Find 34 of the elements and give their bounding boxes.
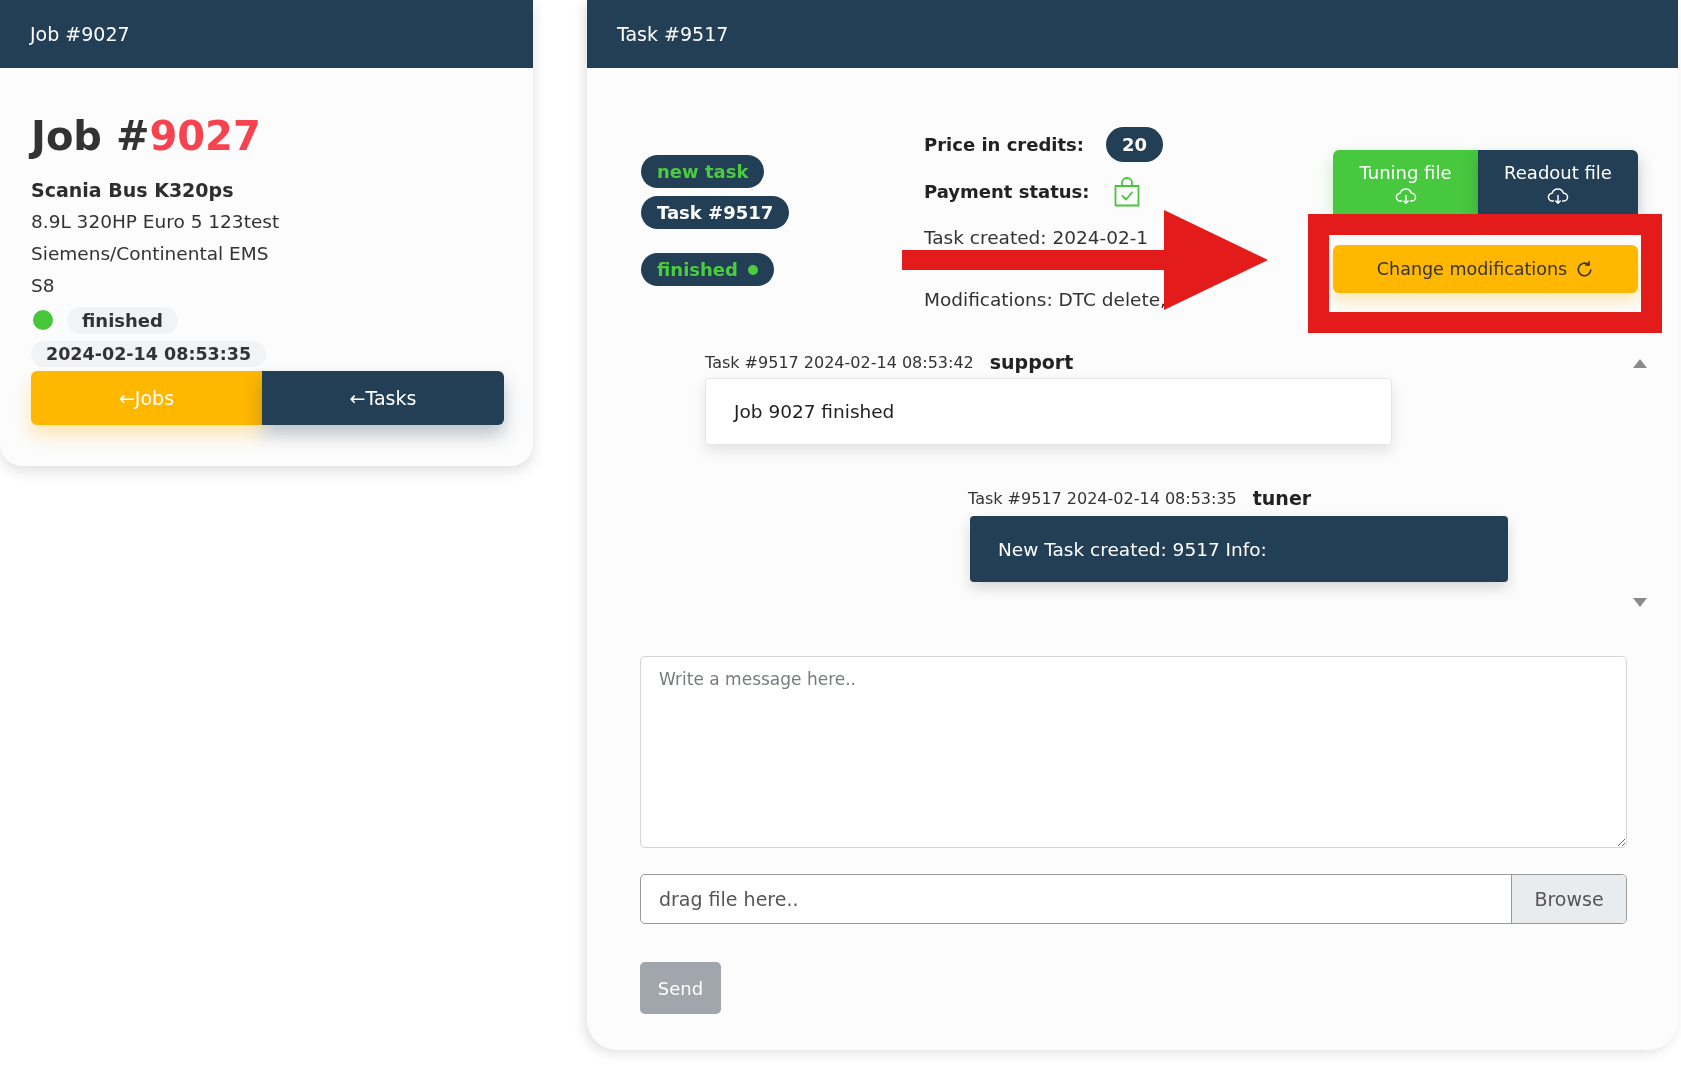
panel-header-title: Task #9517: [617, 23, 729, 45]
status-text: finished: [657, 259, 738, 280]
task-id-badge: Task #9517: [641, 196, 790, 229]
scroll-up-icon[interactable]: [1633, 359, 1647, 368]
status-badge: finished: [67, 306, 178, 334]
tag-badge: new task: [641, 155, 765, 188]
job-number: 9027: [149, 112, 261, 161]
readout-file-button[interactable]: Readout file: [1478, 150, 1638, 214]
tasks-button[interactable]: ←Tasks: [262, 371, 504, 425]
vehicle-detail: 8.9L 320HP Euro 5 123test: [31, 210, 281, 234]
browse-button[interactable]: Browse: [1511, 875, 1626, 923]
status-dot-icon: [747, 264, 758, 275]
vehicle-name: Scania Bus K320ps: [31, 178, 235, 203]
message-author: tuner: [1252, 487, 1312, 509]
payment-label: Payment status:: [924, 181, 1090, 202]
panel-header-title: Job #9027: [30, 23, 130, 45]
vehicle-detail: S8: [31, 274, 56, 298]
cloud-download-icon: [1394, 188, 1417, 204]
job-date: 2024-02-14 08:53:35: [31, 341, 267, 367]
message-bubble: New Task created: 9517 Info:: [970, 516, 1508, 582]
modifications-text: Modifications: DTC delete,: [924, 288, 1167, 312]
message-author: support: [989, 351, 1074, 373]
task-created-text: Task created: 2024-02-1: [924, 226, 1150, 250]
price-label: Price in credits:: [924, 134, 1084, 155]
change-modifications-button[interactable]: Change modifications: [1333, 245, 1638, 293]
cloud-download-icon: [1547, 188, 1569, 204]
message-bubble: Job 9027 finished: [705, 378, 1392, 445]
price-value: 20: [1105, 127, 1164, 162]
message-meta: Task #9517 2024-02-14 08:53:35: [968, 488, 1237, 508]
scroll-down-icon[interactable]: [1633, 598, 1647, 607]
message-field[interactable]: Write a message here..: [640, 656, 1627, 848]
vehicle-detail: Siemens/Continental EMS: [31, 242, 270, 266]
file-drop-field[interactable]: drag file here.. Browse: [640, 874, 1627, 924]
message-meta: Task #9517 2024-02-14 08:53:42: [705, 352, 974, 372]
